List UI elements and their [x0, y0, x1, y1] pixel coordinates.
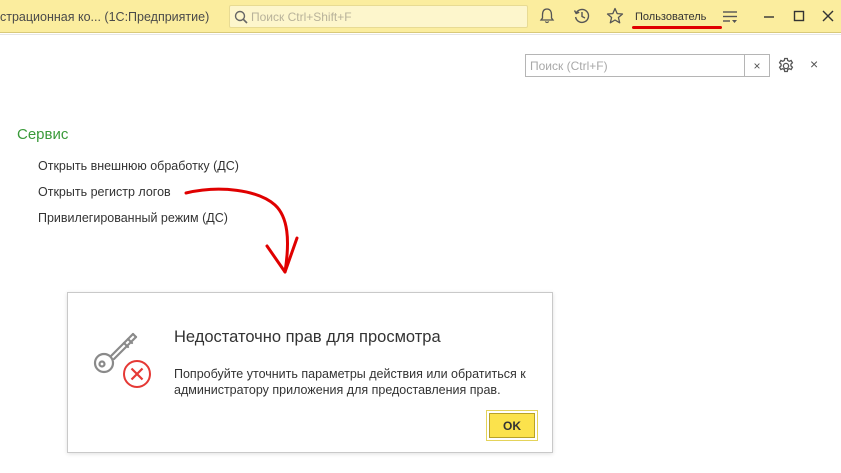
bell-icon[interactable] [539, 7, 555, 25]
ok-button[interactable]: OK [486, 410, 538, 441]
separator [0, 34, 841, 35]
gear-icon[interactable] [777, 57, 795, 75]
minimize-icon[interactable] [762, 9, 776, 23]
dialog-title: Недостаточно прав для просмотра [174, 328, 441, 346]
search-icon [234, 10, 248, 24]
command-open-external-processing[interactable]: Открыть внешнюю обработку (ДС) [38, 159, 239, 173]
error-dialog: Недостаточно прав для просмотра Попробуй… [67, 292, 553, 453]
dialog-message: Попробуйте уточнить параметры действия и… [174, 367, 526, 397]
form-search-box[interactable]: × [525, 54, 770, 77]
search-clear-button[interactable]: × [744, 55, 769, 76]
history-icon[interactable] [573, 7, 591, 25]
star-icon[interactable] [606, 7, 624, 25]
maximize-icon[interactable] [792, 9, 806, 23]
annotation-underline [632, 26, 722, 29]
global-search-box[interactable] [229, 5, 528, 28]
command-open-log-register[interactable]: Открыть регистр логов [38, 185, 171, 199]
window-title: страционная ко... (1С:Предприятие) [0, 10, 210, 24]
form-search-input[interactable] [526, 55, 744, 76]
menu-icon[interactable] [722, 9, 738, 25]
global-search-input[interactable] [251, 9, 511, 24]
close-icon[interactable] [821, 9, 835, 23]
ok-button-label: OK [489, 413, 535, 438]
user-name[interactable]: Пользователь [635, 11, 706, 23]
command-privileged-mode[interactable]: Привилегированный режим (ДС) [38, 211, 228, 225]
form-close-button[interactable]: × [810, 56, 818, 72]
section-title: Сервис [17, 126, 69, 143]
title-bar: страционная ко... (1С:Предприятие) Польз… [0, 0, 841, 33]
error-icon [121, 358, 153, 393]
